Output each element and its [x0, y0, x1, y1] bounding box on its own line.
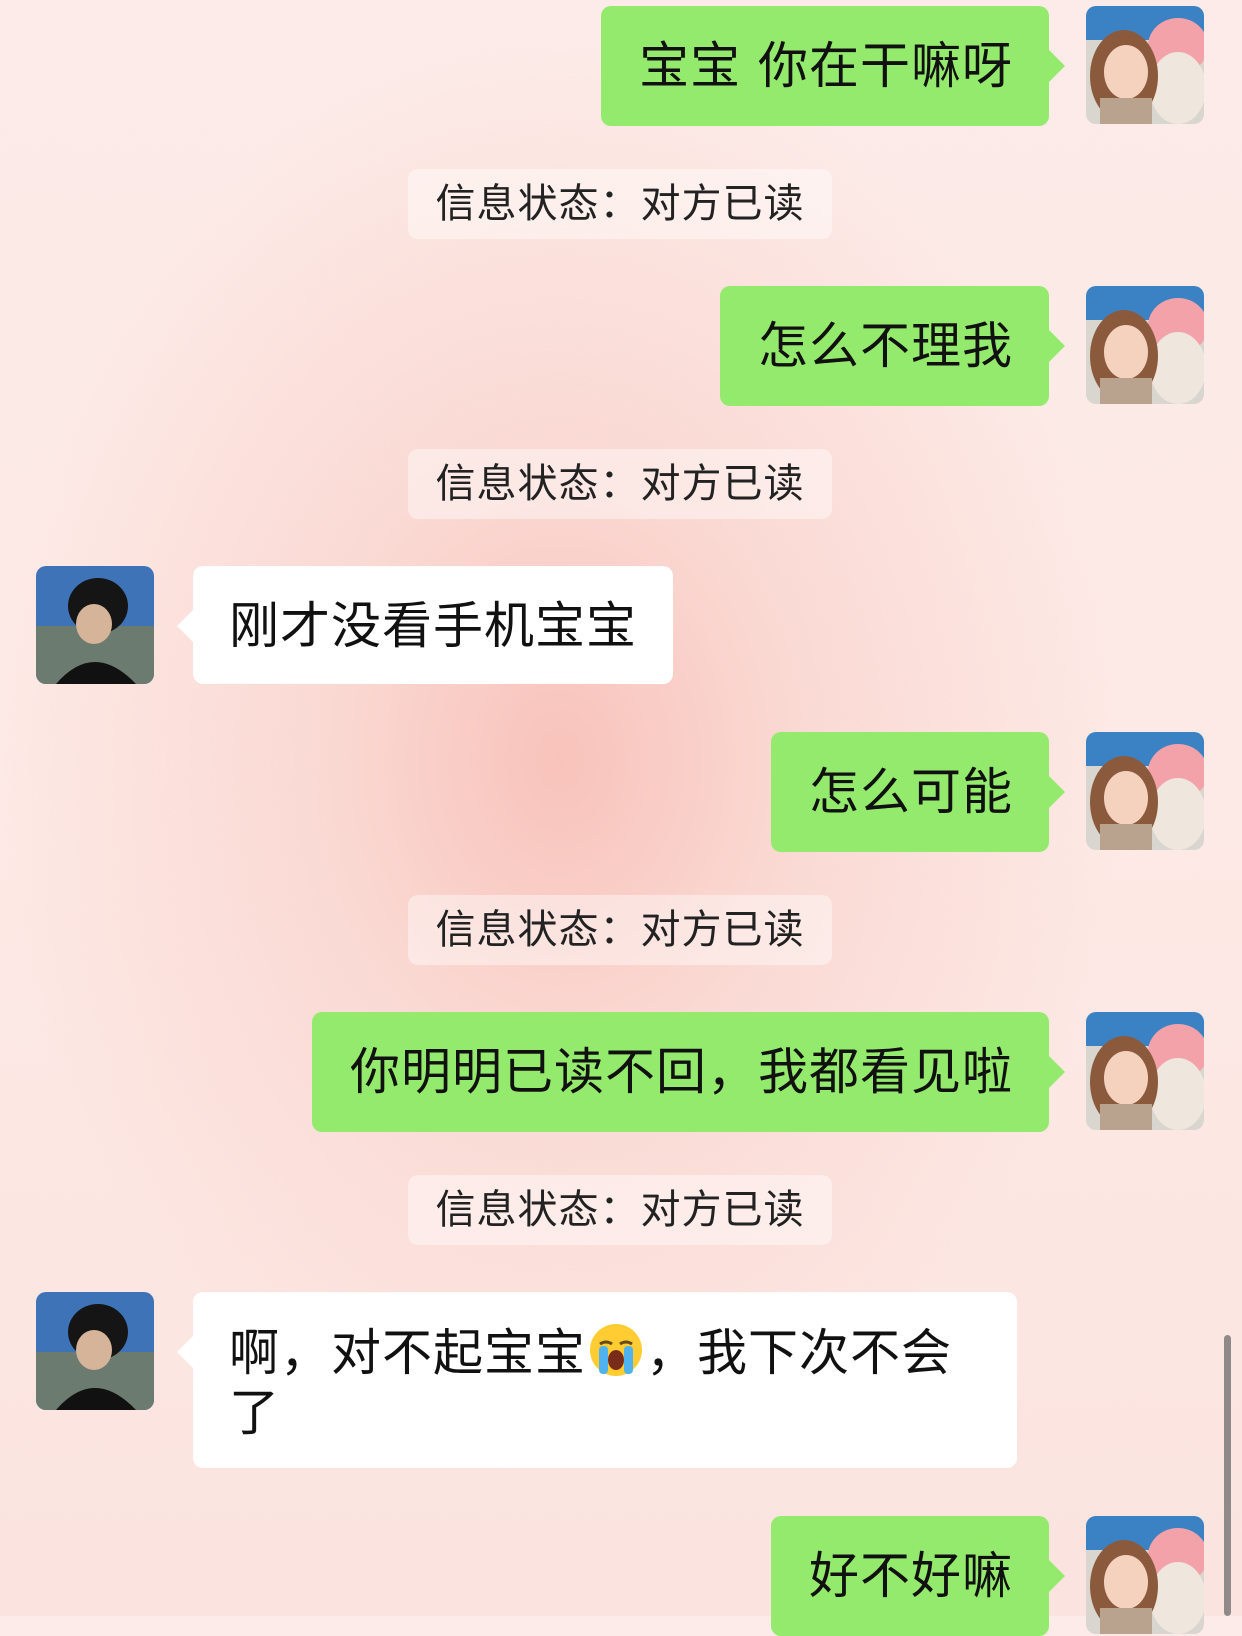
boy-avatar-image [36, 566, 154, 684]
self-avatar[interactable] [1086, 6, 1204, 124]
self-avatar[interactable] [1086, 286, 1204, 404]
read-status-label: 信息状态：对方已读 [408, 449, 832, 519]
message-bubble-incoming[interactable]: 啊，对不起宝宝 ，我下次不会了 [177, 1292, 1017, 1468]
message-text-part: 啊，对不起宝宝 [229, 1324, 586, 1382]
message-bubble-outgoing[interactable]: 怎么不理我 [720, 286, 1065, 406]
contact-avatar[interactable] [36, 1292, 154, 1410]
girl-selfie-avatar-image [1086, 1012, 1204, 1130]
message-bubble-outgoing[interactable]: 好不好嘛 [771, 1516, 1065, 1636]
chat-area: 宝宝 你在干嘛呀 信息状态：对方已读 怎么不理我 信息状态：对方已读 刚才没看手… [0, 0, 1242, 1636]
read-status-label: 信息状态：对方已读 [408, 169, 832, 239]
girl-selfie-avatar-image [1086, 1516, 1204, 1634]
girl-selfie-avatar-image [1086, 732, 1204, 850]
message-bubble-outgoing[interactable]: 宝宝 你在干嘛呀 [601, 6, 1065, 126]
message-bubble-outgoing[interactable]: 怎么可能 [771, 732, 1065, 852]
self-avatar[interactable] [1086, 732, 1204, 850]
scrollbar[interactable] [1224, 1335, 1231, 1616]
read-status-label: 信息状态：对方已读 [408, 1175, 832, 1245]
message-bubble-outgoing[interactable]: 你明明已读不回，我都看见啦 [312, 1012, 1065, 1132]
girl-selfie-avatar-image [1086, 286, 1204, 404]
boy-avatar-image [36, 1292, 154, 1410]
girl-selfie-avatar-image [1086, 6, 1204, 124]
contact-avatar[interactable] [36, 566, 154, 684]
self-avatar[interactable] [1086, 1516, 1204, 1634]
message-bubble-incoming[interactable]: 刚才没看手机宝宝 [177, 566, 673, 684]
loudly-crying-face-icon [590, 1324, 642, 1376]
self-avatar[interactable] [1086, 1012, 1204, 1130]
read-status-label: 信息状态：对方已读 [408, 895, 832, 965]
